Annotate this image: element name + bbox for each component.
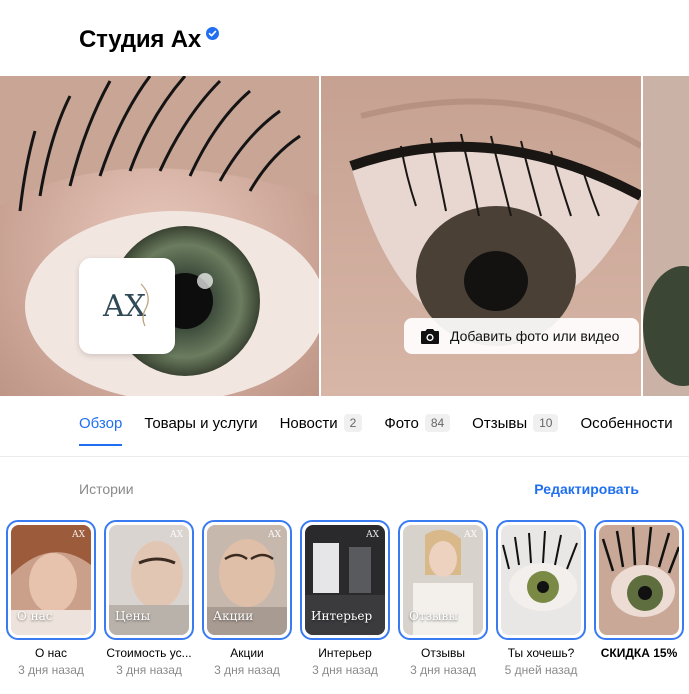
story-thumbnail: AX Отзывы [403, 525, 483, 635]
tab-label: Обзор [79, 414, 123, 432]
story-thumbnail [599, 525, 679, 635]
tab-label: Товары и услуги [144, 414, 258, 432]
story-title: СКИДКА 15% [600, 646, 678, 660]
story-ring: AX Цены [104, 520, 194, 640]
story-item[interactable]: СКИДКА 15% [594, 520, 684, 677]
story-ring: AX О нас [6, 520, 96, 640]
tab-count-badge: 2 [343, 414, 363, 432]
story-item[interactable]: Ты хочешь? 5 дней назад [496, 520, 586, 677]
stories-list: AX О нас О нас 3 дня назад AX Цены Стоим… [6, 520, 689, 677]
tab-label: Отзывы [472, 414, 528, 432]
story-watermark: AX [464, 530, 477, 540]
story-time: 3 дня назад [214, 663, 280, 677]
story-time: 3 дня назад [410, 663, 476, 677]
story-title: Стоимость ус... [106, 646, 192, 660]
story-overlay-text: Акции [213, 609, 254, 623]
edit-stories-link[interactable]: Редактировать [534, 481, 639, 497]
tab-news[interactable]: Новости 2 [280, 406, 363, 440]
story-watermark: AX [366, 530, 379, 540]
story-item[interactable]: AX Отзывы Отзывы 3 дня назад [398, 520, 488, 677]
story-thumbnail: AX Интерьер [305, 525, 385, 635]
story-item[interactable]: AX Цены Стоимость ус... 3 дня назад [104, 520, 194, 677]
tab-overview[interactable]: Обзор [79, 406, 123, 446]
org-title: Студия Ах [79, 26, 201, 53]
story-watermark: AX [170, 530, 183, 540]
story-watermark: AX [72, 530, 85, 540]
add-media-label: Добавить фото или видео [450, 328, 620, 344]
story-title: О нас [35, 646, 67, 660]
story-ring: AX Отзывы [398, 520, 488, 640]
tab-label: Фото [384, 414, 419, 432]
story-ring [496, 520, 586, 640]
story-thumbnail: AX Цены [109, 525, 189, 635]
story-title: Акции [230, 646, 264, 660]
verified-badge-icon [205, 26, 219, 40]
story-time: 3 дня назад [18, 663, 84, 677]
stories-header: Истории Редактировать [79, 481, 639, 497]
tab-count-badge: 84 [424, 414, 451, 432]
tab-bar: Обзор Товары и услуги Новости 2 Фото 84 … [79, 406, 689, 454]
story-item[interactable]: AX О нас О нас 3 дня назад [6, 520, 96, 677]
tab-goods-services[interactable]: Товары и услуги [144, 406, 257, 440]
story-overlay-text: Интерьер [311, 609, 373, 623]
header: Студия Ах [79, 22, 219, 58]
story-title: Отзывы [421, 646, 465, 660]
story-time: 3 дня назад [116, 663, 182, 677]
org-logo: AX [79, 258, 175, 354]
story-thumbnail: AX О нас [11, 525, 91, 635]
studio-logo-icon: AX [102, 283, 149, 327]
story-time: 5 дней назад [504, 663, 578, 677]
story-overlay-text: Цены [115, 609, 151, 623]
tab-count-badge: 10 [533, 414, 559, 432]
story-item[interactable]: AX Интерьер Интерьер 3 дня назад [300, 520, 390, 677]
story-overlay-text: Отзывы [409, 609, 458, 623]
add-media-button[interactable]: Добавить фото или видео [404, 318, 639, 354]
photo-gallery[interactable]: AX Добавить фото или видео [0, 76, 689, 396]
tab-features[interactable]: Особенности [580, 406, 672, 440]
story-thumbnail [501, 525, 581, 635]
tab-photos[interactable]: Фото 84 [384, 406, 451, 440]
story-thumbnail: AX Акции [207, 525, 287, 635]
story-time: 3 дня назад [312, 663, 378, 677]
logo-text: AX [102, 289, 147, 324]
gallery-photo-eye-3[interactable] [643, 76, 689, 396]
story-ring: AX Акции [202, 520, 292, 640]
story-watermark: AX [268, 530, 281, 540]
story-ring [594, 520, 684, 640]
tab-label: Особенности [580, 414, 673, 432]
stories-label: Истории [79, 481, 134, 497]
tab-reviews[interactable]: Отзывы 10 [472, 406, 559, 440]
tabs-divider [0, 456, 689, 457]
story-overlay-text: О нас [17, 609, 53, 623]
tab-label: Новости [279, 414, 338, 432]
story-item[interactable]: AX Акции Акции 3 дня назад [202, 520, 292, 677]
story-title: Ты хочешь? [507, 646, 575, 660]
story-title: Интерьер [318, 646, 372, 660]
story-ring: AX Интерьер [300, 520, 390, 640]
camera-icon [421, 328, 439, 344]
